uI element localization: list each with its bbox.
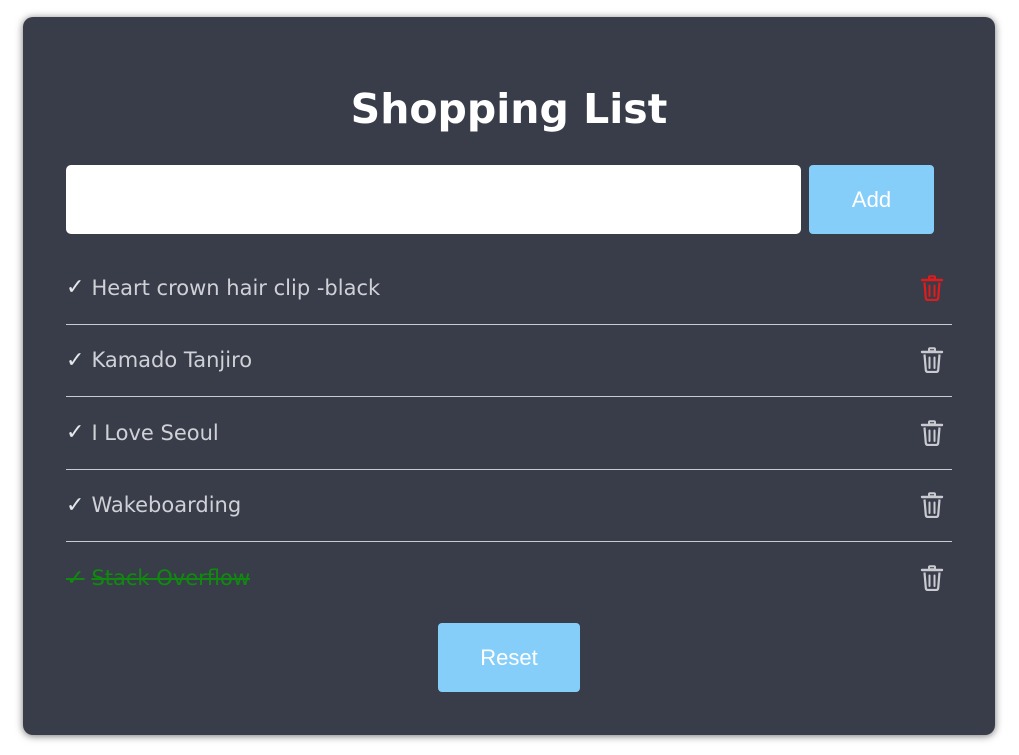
- list-item-text: ✓ I Love Seoul: [66, 420, 219, 445]
- list-item-text: ✓ Kamado Tanjiro: [66, 348, 252, 373]
- check-icon: ✓: [66, 492, 85, 518]
- list-item[interactable]: ✓ Heart crown hair clip -black: [66, 252, 952, 325]
- add-button[interactable]: Add: [809, 165, 934, 234]
- check-icon: ✓: [66, 347, 85, 373]
- list-item[interactable]: ✓ Stack Overflow: [66, 542, 952, 615]
- list-item-label: Kamado Tanjiro: [91, 348, 253, 373]
- trash-icon[interactable]: [920, 492, 944, 519]
- reset-button[interactable]: Reset: [438, 623, 580, 692]
- trash-icon[interactable]: [920, 565, 944, 592]
- item-input[interactable]: [66, 165, 801, 234]
- list-item[interactable]: ✓ Wakeboarding: [66, 470, 952, 542]
- trash-icon[interactable]: [920, 419, 944, 446]
- trash-icon[interactable]: [920, 347, 944, 374]
- list-item[interactable]: ✓ Kamado Tanjiro: [66, 325, 952, 397]
- check-icon: ✓: [66, 420, 85, 446]
- shopping-list-card: Shopping List Add ✓ Heart crown hair cli…: [23, 17, 995, 735]
- check-icon: ✓: [66, 565, 85, 591]
- list-item-label: Heart crown hair clip -black: [91, 275, 381, 300]
- list-item-label: Wakeboarding: [91, 493, 242, 518]
- list-item-label: I Love Seoul: [91, 420, 219, 445]
- list-item-text: ✓ Wakeboarding: [66, 493, 241, 518]
- list-item-label: Stack Overflow: [91, 566, 251, 591]
- list-item[interactable]: ✓ I Love Seoul: [66, 397, 952, 470]
- shopping-items-list: ✓ Heart crown hair clip -black ✓ Kamado …: [66, 252, 952, 615]
- page-title: Shopping List: [350, 85, 668, 133]
- list-item-text: ✓ Heart crown hair clip -black: [66, 275, 380, 300]
- add-item-form: Add: [66, 165, 934, 234]
- check-icon: ✓: [66, 275, 85, 301]
- trash-icon[interactable]: [920, 274, 944, 301]
- list-item-text: ✓ Stack Overflow: [66, 566, 250, 591]
